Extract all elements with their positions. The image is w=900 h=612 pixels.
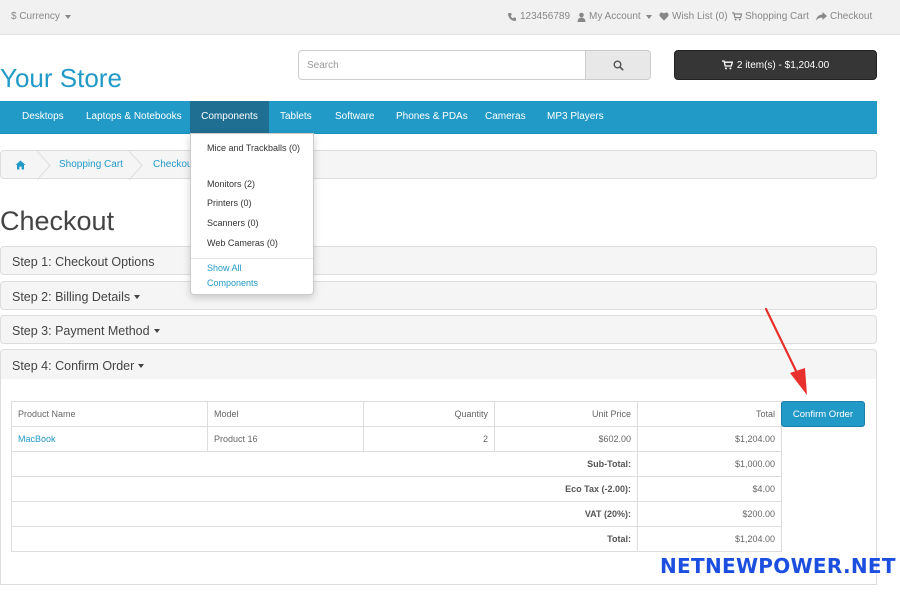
step-3-label: Step 3: Payment Method bbox=[12, 324, 150, 338]
eco-tax-row: Eco Tax (-2.00): $4.00 bbox=[11, 476, 782, 502]
model-cell: Product 16 bbox=[207, 426, 364, 452]
page-title: Checkout bbox=[0, 206, 115, 236]
eco-tax-value: $4.00 bbox=[637, 476, 782, 502]
cart-icon bbox=[732, 12, 742, 21]
red-arrow-annotation bbox=[764, 307, 807, 395]
subtotal-value: $1,000.00 bbox=[637, 451, 782, 477]
checkout-link[interactable]: Checkout bbox=[816, 11, 872, 22]
total-cell: $1,204.00 bbox=[637, 426, 782, 452]
step-3-title: Step 3: Payment Method bbox=[12, 324, 160, 338]
step-2-panel[interactable]: Step 2: Billing Details bbox=[0, 281, 877, 310]
header-unit-price: Unit Price bbox=[494, 401, 638, 427]
top-bar: $ Currency 123456789 My Account Wish Lis… bbox=[0, 0, 900, 35]
breadcrumb-shopping-cart[interactable]: Shopping Cart bbox=[59, 159, 123, 170]
header-model: Model bbox=[207, 401, 364, 427]
store-logo[interactable]: Your Store bbox=[0, 63, 122, 94]
dropdown-item-mice-trackballs[interactable]: Mice and Trackballs (0) bbox=[207, 141, 303, 156]
wish-list-link[interactable]: Wish List (0) bbox=[659, 11, 728, 22]
grand-total-label: Total: bbox=[11, 526, 638, 552]
cart-total-button[interactable]: 2 item(s) - $1,204.00 bbox=[674, 50, 877, 80]
dropdown-item-scanners[interactable]: Scanners (0) bbox=[207, 218, 259, 228]
header-quantity: Quantity bbox=[363, 401, 495, 427]
breadcrumb-separator-icon bbox=[37, 151, 51, 180]
share-icon bbox=[816, 12, 827, 21]
currency-dropdown[interactable]: $ Currency bbox=[11, 11, 71, 22]
cart-icon bbox=[721, 60, 733, 70]
my-account-label: My Account bbox=[589, 11, 641, 22]
shopping-cart-label: Shopping Cart bbox=[745, 11, 809, 22]
product-link[interactable]: MacBook bbox=[18, 434, 56, 444]
my-account-dropdown[interactable]: My Account bbox=[577, 11, 652, 22]
chevron-down-icon bbox=[153, 329, 160, 333]
nav-item-tablets[interactable]: Tablets bbox=[280, 101, 312, 133]
checkout-label: Checkout bbox=[830, 11, 873, 22]
subtotal-label: Sub-Total: bbox=[11, 451, 638, 477]
step-4-panel[interactable]: Step 4: Confirm Order bbox=[0, 349, 877, 380]
confirm-order-button[interactable]: Confirm Order bbox=[781, 401, 865, 427]
chevron-down-icon bbox=[134, 295, 141, 299]
chevron-down-icon bbox=[645, 14, 652, 19]
currency-label: $ Currency bbox=[11, 11, 60, 22]
nav-item-phones-pdas[interactable]: Phones & PDAs bbox=[396, 101, 468, 133]
step-2-label: Step 2: Billing Details bbox=[12, 290, 131, 304]
heart-icon bbox=[659, 12, 669, 21]
step-4-label: Step 4: Confirm Order bbox=[12, 359, 135, 373]
breadcrumb: Shopping Cart Checkout bbox=[0, 150, 877, 180]
product-name-cell: MacBook bbox=[11, 426, 208, 452]
search-input[interactable] bbox=[298, 50, 586, 80]
dropdown-show-all[interactable]: Show All Components bbox=[207, 261, 277, 291]
order-table: Product Name Model Quantity Unit Price T… bbox=[11, 401, 782, 552]
header-product-name: Product Name bbox=[11, 401, 208, 427]
chevron-down-icon bbox=[138, 364, 145, 368]
nav-item-desktops[interactable]: Desktops bbox=[22, 101, 64, 133]
unit-price-cell: $602.00 bbox=[494, 426, 638, 452]
nav-item-laptops-notebooks[interactable]: Laptops & Notebooks bbox=[86, 101, 182, 133]
chevron-down-icon bbox=[64, 14, 71, 19]
cart-total-label: 2 item(s) - $1,204.00 bbox=[736, 59, 830, 71]
step-1-title: Step 1: Checkout Options bbox=[12, 255, 154, 269]
vat-row: VAT (20%): $200.00 bbox=[11, 501, 782, 527]
watermark-text: NETNEWPOWER.NET bbox=[660, 554, 896, 578]
step-4-title: Step 4: Confirm Order bbox=[12, 359, 145, 373]
nav-item-mp3-players[interactable]: MP3 Players bbox=[547, 101, 604, 133]
step-3-panel[interactable]: Step 3: Payment Method bbox=[0, 315, 877, 344]
wish-list-label: Wish List (0) bbox=[672, 11, 728, 22]
step-1-label: Step 1: Checkout Options bbox=[12, 255, 155, 269]
shopping-cart-link[interactable]: Shopping Cart bbox=[732, 11, 809, 22]
subtotal-row: Sub-Total: $1,000.00 bbox=[11, 451, 782, 477]
breadcrumb-separator-icon bbox=[129, 151, 143, 180]
table-row: MacBook Product 16 2 $602.00 $1,204.00 bbox=[11, 426, 782, 452]
vat-value: $200.00 bbox=[637, 501, 782, 527]
dropdown-item-web-cameras[interactable]: Web Cameras (0) bbox=[207, 238, 278, 248]
table-header-row: Product Name Model Quantity Unit Price T… bbox=[11, 401, 782, 427]
grand-total-row: Total: $1,204.00 bbox=[11, 526, 782, 552]
nav-item-software[interactable]: Software bbox=[335, 101, 374, 133]
step-2-title: Step 2: Billing Details bbox=[12, 290, 141, 304]
phone-icon bbox=[508, 12, 516, 21]
main-nav: Desktops Laptops & Notebooks Components … bbox=[0, 101, 877, 134]
header-total: Total bbox=[637, 401, 782, 427]
search-button[interactable] bbox=[585, 50, 651, 80]
nav-item-cameras[interactable]: Cameras bbox=[485, 101, 526, 133]
quantity-cell: 2 bbox=[363, 426, 495, 452]
nav-item-components[interactable]: Components bbox=[190, 101, 269, 133]
search-icon bbox=[613, 60, 624, 71]
dropdown-divider bbox=[191, 258, 313, 259]
dropdown-item-printers[interactable]: Printers (0) bbox=[207, 198, 252, 208]
phone-number: 123456789 bbox=[520, 11, 571, 22]
eco-tax-label: Eco Tax (-2.00): bbox=[11, 476, 638, 502]
grand-total-value: $1,204.00 bbox=[637, 526, 782, 552]
step-1-panel[interactable]: Step 1: Checkout Options bbox=[0, 246, 877, 275]
components-dropdown-menu: Mice and Trackballs (0) Monitors (2) Pri… bbox=[190, 133, 314, 295]
home-icon[interactable] bbox=[15, 160, 26, 170]
user-icon bbox=[577, 12, 586, 22]
vat-label: VAT (20%): bbox=[11, 501, 638, 527]
dropdown-item-monitors[interactable]: Monitors (2) bbox=[207, 179, 255, 189]
breadcrumb-checkout[interactable]: Checkout bbox=[153, 159, 195, 170]
phone-link[interactable]: 123456789 bbox=[507, 11, 570, 22]
